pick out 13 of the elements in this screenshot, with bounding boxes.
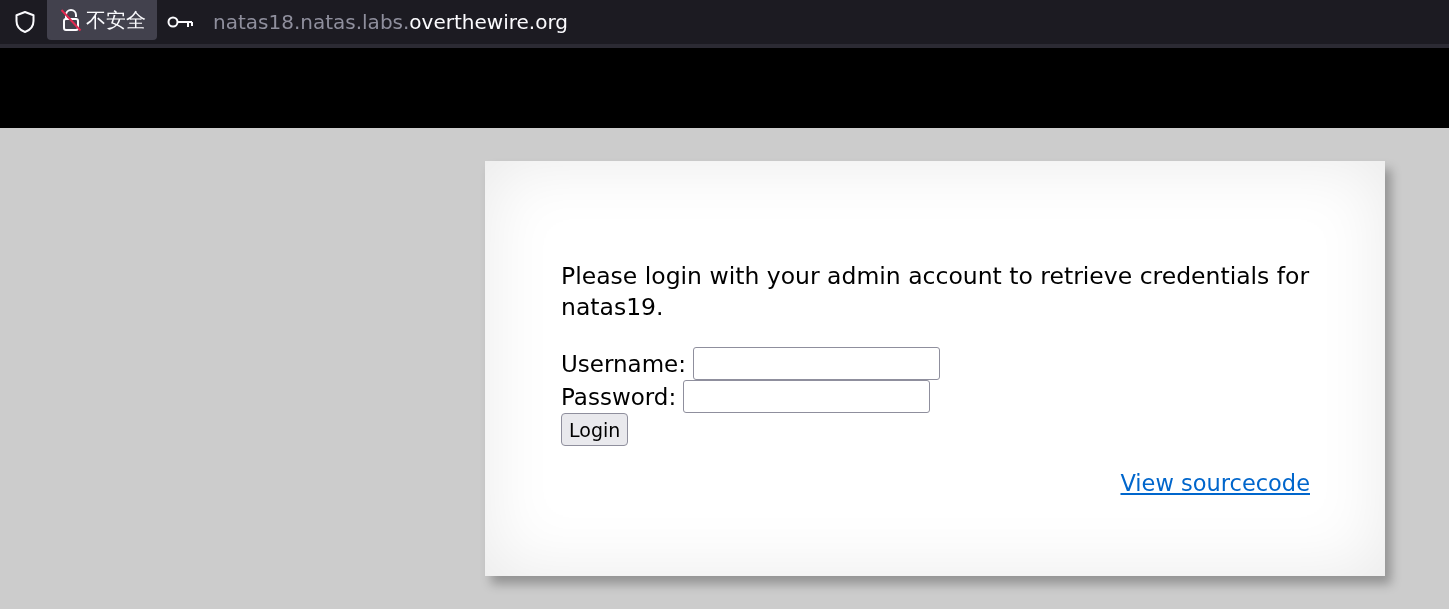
lock-slashed-icon [60, 8, 82, 32]
input-field[interactable] [693, 347, 940, 380]
login-message: Please login with your admin account to retrieve credentials for natas19. [561, 261, 1310, 323]
view-source-link[interactable]: View sourcecode [1120, 470, 1310, 496]
login-button[interactable]: Login [561, 413, 629, 446]
url-text[interactable]: natas18.natas.labs.overthewire.org [213, 10, 568, 34]
security-label: 不安全 [86, 6, 146, 34]
field-label: Username: [561, 350, 686, 377]
input-field[interactable] [683, 380, 931, 413]
shield-icon[interactable] [13, 10, 37, 34]
security-indicator[interactable]: 不安全 [47, 0, 157, 40]
key-icon[interactable] [167, 15, 193, 29]
field-label: Password: [561, 383, 677, 410]
